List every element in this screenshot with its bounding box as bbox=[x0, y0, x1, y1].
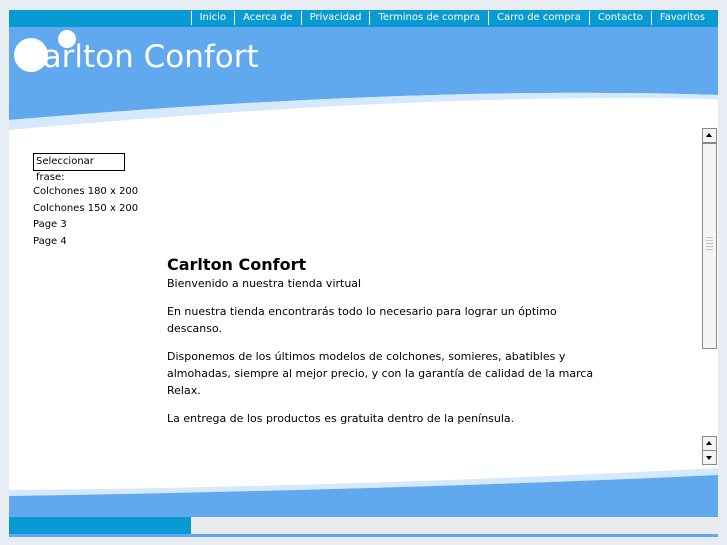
paragraph-intro: En nuestra tienda encontrarás todo lo ne… bbox=[167, 305, 557, 335]
page-title: Carlton Confort bbox=[167, 255, 307, 274]
scrollbar-thumb[interactable] bbox=[702, 143, 717, 349]
arrow-up-icon bbox=[706, 441, 712, 445]
content-scrollbar[interactable] bbox=[702, 128, 717, 466]
loading-progress-bar bbox=[9, 517, 718, 534]
sidebar-links: Colchones 180 x 200 Colchones 150 x 200 … bbox=[33, 184, 138, 251]
nav-item-privacidad[interactable]: Privacidad bbox=[300, 11, 370, 25]
nav-item-acerca-de[interactable]: Acerca de bbox=[234, 11, 301, 25]
nav-list: Inicio Acerca de Privacidad Terminos de … bbox=[190, 11, 713, 25]
sidebar-link-page-4[interactable]: Page 4 bbox=[33, 234, 138, 251]
paragraph-products: Disponemos de los últimos modelos de col… bbox=[167, 350, 594, 397]
page-subtitle: Bienvenido a nuestra tienda virtual bbox=[167, 277, 362, 290]
main-content: Carlton Confort Bienvenido a nuestra tie… bbox=[167, 255, 607, 427]
sidebar-link-colchones-180[interactable]: Colchones 180 x 200 bbox=[33, 184, 138, 201]
logo-bubbles-icon bbox=[14, 30, 76, 72]
nav-item-inicio[interactable]: Inicio bbox=[190, 11, 234, 25]
paragraph-delivery: La entrega de los productos es gratuita … bbox=[167, 412, 515, 425]
sidebar-link-colchones-150[interactable]: Colchones 150 x 200 bbox=[33, 201, 138, 218]
nav-item-terminos-de-compra[interactable]: Terminos de compra bbox=[369, 11, 487, 25]
nav-item-favoritos[interactable]: Favoritos bbox=[650, 11, 713, 25]
grip-icon bbox=[706, 236, 713, 250]
loading-progress-fill bbox=[9, 517, 191, 534]
site-header: Carlton Confort bbox=[9, 27, 718, 147]
arrow-up-icon bbox=[706, 133, 712, 137]
phrase-select[interactable]: Seleccionar frase: bbox=[33, 153, 125, 183]
page-frame: Inicio Acerca de Privacidad Terminos de … bbox=[9, 10, 718, 537]
nav-item-carro-de-compra[interactable]: Carro de compra bbox=[487, 11, 589, 25]
scroll-up-button[interactable] bbox=[702, 128, 717, 143]
nav-item-contacto[interactable]: Contacto bbox=[588, 11, 651, 25]
top-navigation: Inicio Acerca de Privacidad Terminos de … bbox=[9, 10, 718, 27]
sidebar-link-page-3[interactable]: Page 3 bbox=[33, 217, 138, 234]
scroll-up-button-lower[interactable] bbox=[702, 436, 717, 451]
